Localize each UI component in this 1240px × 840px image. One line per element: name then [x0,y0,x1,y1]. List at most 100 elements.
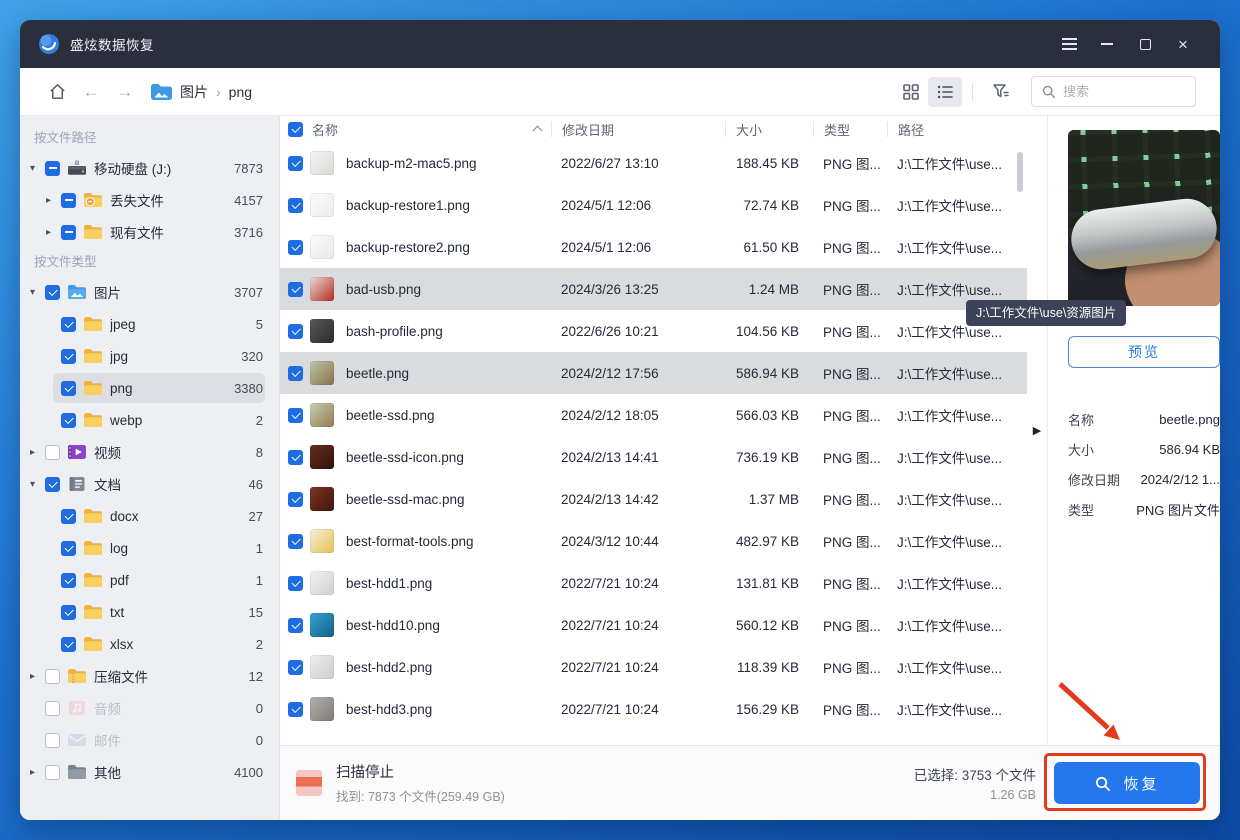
sidebar-item-txt[interactable]: txt15 [20,596,279,628]
checkbox[interactable] [61,637,76,652]
checkbox[interactable] [288,240,303,255]
close-button[interactable]: × [1164,29,1202,59]
checkbox[interactable] [45,733,60,748]
column-header-name[interactable]: 名称 [280,121,551,137]
menu-button[interactable] [1050,29,1088,59]
sidebar-item-jpeg[interactable]: jpeg5 [20,308,279,340]
recover-button[interactable]: 恢复 [1054,762,1200,804]
checkbox[interactable] [288,576,303,591]
select-all-checkbox[interactable] [288,122,303,137]
file-row[interactable]: best-hdd2.png2022/7/21 10:24118.39 KBPNG… [280,646,1027,688]
file-row[interactable]: backup-restore2.png2024/5/1 12:0661.50 K… [280,226,1027,268]
chevron-right-icon[interactable]: ▸ [30,671,45,682]
file-row[interactable]: best-hdd3.png2022/7/21 10:24156.29 KBPNG… [280,688,1027,730]
checkbox[interactable] [45,477,60,492]
chevron-right-icon[interactable]: ▸ [30,447,45,458]
sidebar-item-图片[interactable]: ▾图片3707 [20,276,279,308]
checkbox[interactable] [45,701,60,716]
sidebar-item-png[interactable]: png3380 [20,372,279,404]
checkbox[interactable] [288,618,303,633]
checkbox[interactable] [288,156,303,171]
checkbox[interactable] [288,660,303,675]
sidebar-item-文档[interactable]: ▾文档46 [20,468,279,500]
sidebar-item-音频[interactable]: 音频0 [20,692,279,724]
checkbox[interactable] [288,198,303,213]
chevron-right-icon[interactable]: ▸ [30,767,45,778]
minimize-button[interactable] [1088,29,1126,59]
column-header-type[interactable]: 类型 [813,121,887,137]
sidebar-item-xlsx[interactable]: xlsx2 [20,628,279,660]
checkbox[interactable] [61,509,76,524]
maximize-button[interactable] [1126,29,1164,59]
file-row[interactable]: beetle-ssd-mac.png2024/2/13 14:421.37 MB… [280,478,1027,520]
checkbox[interactable] [288,324,303,339]
checkbox[interactable] [45,285,60,300]
preview-thumbnail[interactable] [1068,130,1220,306]
sidebar-item-压缩文件[interactable]: ▸压缩文件12 [20,660,279,692]
sort-ascending-icon[interactable] [533,126,543,136]
breadcrumb-current[interactable]: png [229,84,252,100]
checkbox[interactable] [288,282,303,297]
file-row[interactable]: best-hdd1.png2022/7/21 10:24131.81 KBPNG… [280,562,1027,604]
sidebar-item-移动硬盘 (J:)[interactable]: ▾移动硬盘 (J:)7873 [20,152,279,184]
checkbox[interactable] [45,765,60,780]
checkbox[interactable] [288,366,303,381]
file-row[interactable]: beetle.png2024/2/12 17:56586.94 KBPNG 图.… [280,352,1027,394]
sidebar-item-docx[interactable]: docx27 [20,500,279,532]
sidebar-item-webp[interactable]: webp2 [20,404,279,436]
checkbox[interactable] [288,408,303,423]
checkbox[interactable] [61,349,76,364]
checkbox[interactable] [288,450,303,465]
forward-button[interactable]: → [112,79,138,105]
checkbox[interactable] [61,541,76,556]
sidebar-item-log[interactable]: log1 [20,532,279,564]
sidebar-item-丢失文件[interactable]: ▸丢失文件4157 [20,184,279,216]
file-row[interactable]: bash-profile.png2022/6/26 10:21104.56 KB… [280,310,1027,352]
search-box[interactable] [1031,76,1196,107]
sidebar-item-jpg[interactable]: jpg320 [20,340,279,372]
sidebar-item-现有文件[interactable]: ▸现有文件3716 [20,216,279,248]
checkbox[interactable] [61,225,76,240]
file-row[interactable]: bad-usb.png2024/3/26 13:251.24 MBPNG 图..… [280,268,1027,310]
checkbox[interactable] [45,445,60,460]
checkbox[interactable] [288,702,303,717]
file-row[interactable]: best-hdd10.png2022/7/21 10:24560.12 KBPN… [280,604,1027,646]
file-row[interactable]: backup-restore1.png2024/5/1 12:0672.74 K… [280,184,1027,226]
vertical-scrollbar[interactable] [1017,152,1023,192]
file-row[interactable]: beetle-ssd.png2024/2/12 18:05566.03 KBPN… [280,394,1027,436]
sidebar-item-邮件[interactable]: 邮件0 [20,724,279,756]
checkbox[interactable] [61,573,76,588]
file-row[interactable]: beetle-ssd-icon.png2024/2/13 14:41736.19… [280,436,1027,478]
chevron-down-icon[interactable]: ▾ [30,163,45,174]
sidebar-item-pdf[interactable]: pdf1 [20,564,279,596]
column-header-path[interactable]: 路径 [887,121,1027,137]
breadcrumb-folder[interactable]: 图片 [180,82,208,102]
column-header-date[interactable]: 修改日期 [551,121,725,137]
preview-button[interactable]: 预览 [1068,336,1220,368]
checkbox[interactable] [61,317,76,332]
checkbox[interactable] [288,534,303,549]
chevron-down-icon[interactable]: ▾ [30,479,45,490]
file-row[interactable]: best-format-tools.png2024/3/12 10:44482.… [280,520,1027,562]
file-row[interactable]: backup-m2-mac5.png2022/6/27 13:10188.45 … [280,142,1027,184]
checkbox[interactable] [61,381,76,396]
chevron-right-icon[interactable]: ▸ [46,227,61,238]
grid-view-button[interactable] [894,77,928,107]
checkbox[interactable] [45,669,60,684]
checkbox[interactable] [45,161,60,176]
checkbox[interactable] [61,193,76,208]
column-header-size[interactable]: 大小 [725,121,813,137]
sidebar-item-其他[interactable]: ▸其他4100 [20,756,279,788]
chevron-right-icon[interactable]: ▸ [46,195,61,206]
list-view-button[interactable] [928,77,962,107]
home-button[interactable] [44,79,70,105]
checkbox[interactable] [61,605,76,620]
sidebar-item-视频[interactable]: ▸视频8 [20,436,279,468]
filter-button[interactable] [983,77,1017,107]
chevron-down-icon[interactable]: ▾ [30,287,45,298]
checkbox[interactable] [61,413,76,428]
checkbox[interactable] [288,492,303,507]
collapse-preview-button[interactable]: ▶ [1027,116,1047,745]
search-input[interactable] [1063,84,1173,99]
back-button[interactable]: ← [78,79,104,105]
